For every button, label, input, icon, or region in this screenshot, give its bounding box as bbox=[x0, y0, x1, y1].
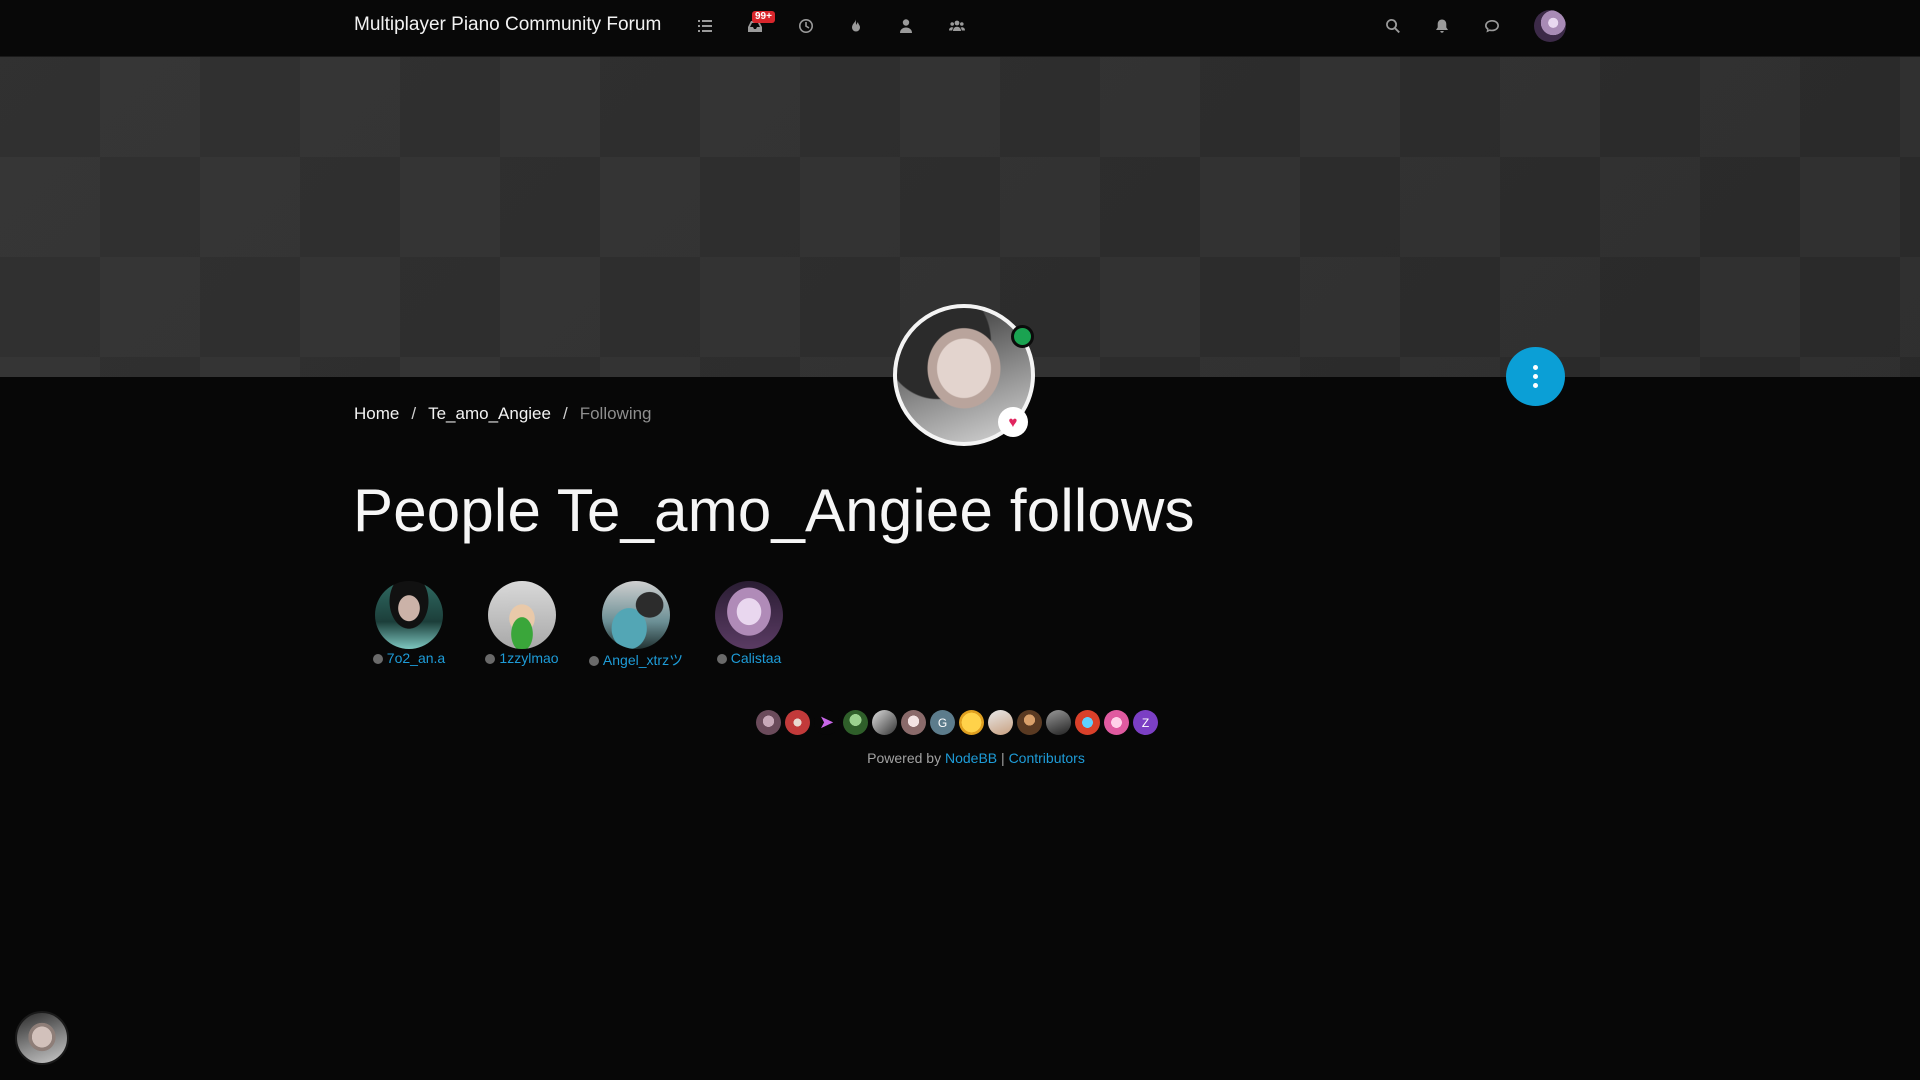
username-text: Calistaa bbox=[730, 650, 782, 666]
username-text: Angel_xtrzツ bbox=[602, 652, 684, 668]
online-user-avatar[interactable] bbox=[1104, 710, 1129, 735]
online-user-avatar[interactable] bbox=[1017, 710, 1042, 735]
following-username[interactable]: 1zzylmao bbox=[467, 650, 577, 666]
current-user-avatar[interactable] bbox=[1534, 10, 1566, 42]
online-user-avatar[interactable]: Z bbox=[1133, 710, 1158, 735]
powered-by-footer: Powered by NodeBB | Contributors bbox=[0, 750, 1920, 766]
following-list: 7o2_an.a 1zzylmao Angel_xtrzツ Calistaa bbox=[354, 578, 854, 668]
following-user[interactable]: Angel_xtrzツ bbox=[581, 578, 701, 668]
heart-icon: ♥ bbox=[998, 407, 1028, 437]
notifications-icon[interactable] bbox=[1431, 15, 1453, 37]
user-avatar[interactable] bbox=[375, 581, 443, 649]
online-user-avatar[interactable]: G bbox=[930, 710, 955, 735]
profile-actions-button[interactable] bbox=[1506, 347, 1565, 406]
unread-icon[interactable]: 99+ bbox=[744, 11, 775, 37]
online-user-avatar[interactable] bbox=[901, 710, 926, 735]
following-username[interactable]: 7o2_an.a bbox=[354, 650, 464, 666]
online-users-strip: ➤ G Z bbox=[756, 710, 1158, 736]
footer-separator: | bbox=[1001, 750, 1005, 766]
chat-dock-avatar[interactable] bbox=[15, 1011, 69, 1065]
breadcrumb-current: Following bbox=[579, 404, 652, 423]
online-user-avatar[interactable] bbox=[1075, 710, 1100, 735]
online-user-avatar[interactable] bbox=[959, 710, 984, 735]
username-text: 7o2_an.a bbox=[386, 650, 446, 666]
following-user[interactable]: 1zzylmao bbox=[467, 578, 587, 668]
user-avatar[interactable] bbox=[715, 581, 783, 649]
online-user-avatar[interactable] bbox=[843, 710, 868, 735]
categories-icon[interactable] bbox=[694, 15, 716, 37]
navbar: Multiplayer Piano Community Forum 99+ bbox=[0, 0, 1920, 57]
breadcrumb-home[interactable]: Home bbox=[354, 404, 399, 424]
online-user-avatar[interactable] bbox=[1046, 710, 1071, 735]
following-user[interactable]: Calistaa bbox=[694, 578, 814, 668]
breadcrumb-separator: / bbox=[411, 404, 417, 423]
cursor-icon[interactable]: ➤ bbox=[814, 710, 839, 735]
online-user-avatar[interactable] bbox=[872, 710, 897, 735]
chat-icon[interactable] bbox=[1481, 15, 1503, 37]
following-user[interactable]: 7o2_an.a bbox=[354, 578, 474, 668]
unread-badge: 99+ bbox=[752, 11, 775, 23]
users-icon[interactable] bbox=[895, 15, 917, 37]
contributors-link[interactable]: Contributors bbox=[1009, 750, 1085, 766]
nodebb-link[interactable]: NodeBB bbox=[945, 750, 997, 766]
breadcrumb: Home / Te_amo_Angiee / Following bbox=[354, 404, 652, 424]
offline-status-dot bbox=[588, 656, 599, 666]
online-user-avatar[interactable] bbox=[756, 710, 781, 735]
offline-status-dot bbox=[716, 654, 727, 664]
powered-prefix: Powered by bbox=[867, 750, 942, 766]
online-user-avatar[interactable] bbox=[988, 710, 1013, 735]
following-username[interactable]: Angel_xtrzツ bbox=[581, 650, 691, 670]
breadcrumb-user[interactable]: Te_amo_Angiee bbox=[428, 404, 551, 424]
username-text: 1zzylmao bbox=[499, 650, 559, 666]
recent-icon[interactable] bbox=[795, 15, 817, 37]
kebab-menu-icon bbox=[1533, 363, 1538, 390]
breadcrumb-separator: / bbox=[562, 404, 568, 423]
forum-brand[interactable]: Multiplayer Piano Community Forum bbox=[354, 14, 661, 36]
user-avatar[interactable] bbox=[488, 581, 556, 649]
offline-status-dot bbox=[485, 654, 496, 664]
search-icon[interactable] bbox=[1382, 15, 1404, 37]
following-username[interactable]: Calistaa bbox=[694, 650, 804, 666]
page-title: People Te_amo_Angiee follows bbox=[353, 477, 1195, 544]
offline-status-dot bbox=[372, 654, 383, 664]
online-status-indicator bbox=[1011, 325, 1034, 348]
user-avatar[interactable] bbox=[602, 581, 670, 649]
popular-icon[interactable] bbox=[845, 15, 867, 37]
online-user-avatar[interactable] bbox=[785, 710, 810, 735]
groups-icon[interactable] bbox=[946, 15, 968, 37]
